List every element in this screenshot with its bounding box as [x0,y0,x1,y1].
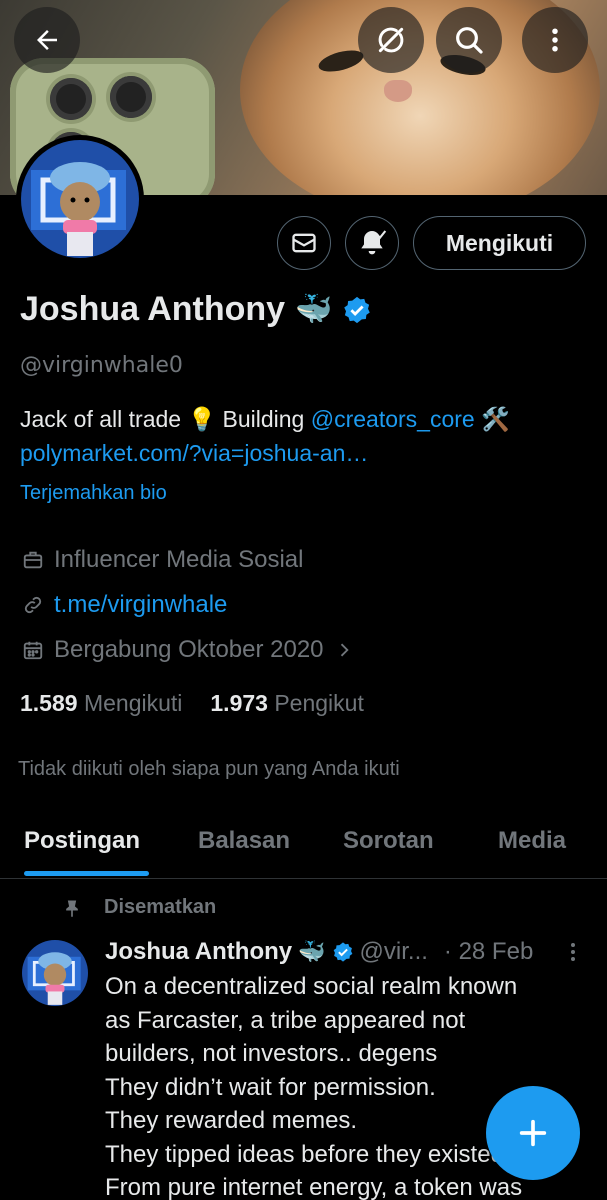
message-button[interactable] [277,216,331,270]
bio-mention-link[interactable]: @creators_core [311,406,475,432]
post-avatar-bear-graphic [27,952,81,1005]
search-button[interactable] [436,7,502,73]
tab-media[interactable]: Media [498,827,566,855]
post-line: On a decentralized social realm known [105,973,518,1000]
pinned-text: Disematkan [104,896,217,918]
profile-name-text: Joshua Anthony [20,290,286,328]
notifications-button[interactable] [345,216,399,270]
sync-off-button[interactable] [358,7,424,73]
post-line: builders, not investors.. degens [105,1040,438,1067]
profile-avatar[interactable] [16,135,144,263]
followers-label: Pengikut [274,690,364,716]
profile-handle: @virginwhale0 [20,353,183,378]
more-options-button[interactable] [522,7,588,73]
link-icon [24,596,42,614]
back-button[interactable] [14,7,80,73]
pinned-label: Disematkan [62,896,216,919]
profile-tabs: Postingan Balasan Sorotan Media [0,815,607,879]
category-text: Influencer Media Sosial [54,546,304,573]
bell-check-icon [361,230,387,255]
post-more-button[interactable] [566,940,580,969]
following-button[interactable]: Mengikuti [413,216,586,270]
tab-postingan[interactable]: Postingan [24,827,140,855]
not-followed-notice: Tidak diikuti oleh siapa pun yang Anda i… [18,758,400,780]
profile-category: Influencer Media Sosial [22,546,303,574]
tab-balasan[interactable]: Balasan [198,827,290,855]
post-author-emoji: 🐳 [298,939,326,964]
more-vertical-icon [552,28,558,52]
verified-badge-icon [344,296,371,323]
post-author-avatar[interactable] [22,940,88,1006]
sync-off-icon [378,27,404,53]
followers-count-link[interactable]: 1.973 Pengikut [210,690,363,717]
following-count: 1.589 [20,690,78,716]
followers-count: 1.973 [210,690,268,716]
profile-website[interactable]: t.me/virginwhale [22,591,227,619]
bio-url-link[interactable]: polymarket.com/?via=joshua-an… [20,440,368,466]
post-header: Joshua Anthony 🐳 @vir... · 28 Feb [105,938,533,966]
profile-name: Joshua Anthony 🐳 [20,290,372,329]
chevron-right-icon [340,643,349,657]
joined-text: Bergabung Oktober 2020 [54,636,324,663]
verified-badge-icon [333,942,352,962]
briefcase-icon [23,551,43,569]
pin-icon [66,900,78,917]
compose-button[interactable] [486,1086,580,1180]
following-count-link[interactable]: 1.589 Mengikuti [20,690,182,717]
plus-icon [519,1119,547,1147]
active-tab-indicator [24,871,149,876]
search-icon [456,27,483,54]
follow-counts: 1.589 Mengikuti 1.973 Pengikut [20,690,364,717]
following-label: Mengikuti [83,690,183,716]
post-author-name[interactable]: Joshua Anthony [105,938,292,966]
translate-bio-link[interactable]: Terjemahkan bio [20,482,167,505]
website-link[interactable]: t.me/virginwhale [54,591,227,619]
post-line: as Farcaster, a tribe appeared not [105,1006,466,1034]
more-vertical-icon [571,943,575,961]
whale-emoji: 🐳 [295,293,333,326]
bio-tools-emoji: 🛠️ [474,406,510,432]
profile-joined[interactable]: Bergabung Oktober 2020 [22,636,354,664]
avatar-bear-graphic [31,162,126,256]
mail-icon [292,233,316,253]
bio-text: Jack of all trade 💡 Building [20,406,311,432]
profile-bio: Jack of all trade 💡 Building @creators_c… [20,402,590,470]
post-date[interactable]: · 28 Feb [444,938,533,966]
calendar-icon [23,641,43,660]
post-line: From pure internet energy, a token was [105,1174,523,1200]
post-author-handle: @vir... [359,938,428,965]
tab-sorotan[interactable]: Sorotan [343,827,434,855]
arrow-left-icon [37,30,57,50]
